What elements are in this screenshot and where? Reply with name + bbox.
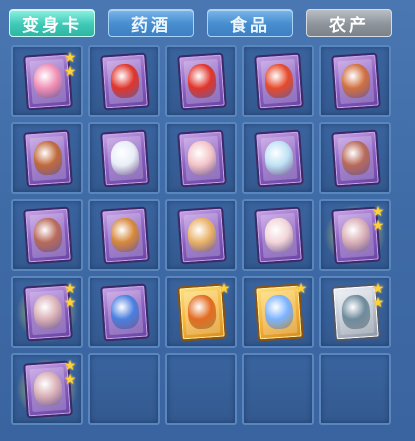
card-figure: [32, 63, 64, 99]
star-icon: ★: [63, 295, 77, 311]
star-icon: ★: [371, 281, 385, 297]
inventory-slot[interactable]: [242, 122, 314, 194]
empty-slot: [88, 353, 160, 425]
inventory-slot[interactable]: [88, 199, 160, 271]
card-figure: [263, 63, 295, 99]
star-icon: ★: [63, 372, 77, 388]
card-figure: [186, 140, 218, 176]
card-figure: [186, 217, 218, 253]
card-figure: [263, 140, 295, 176]
star-rating: ★ ★: [63, 51, 77, 79]
inventory-slot[interactable]: [319, 45, 391, 117]
inventory-slot[interactable]: ★ ★: [319, 276, 391, 348]
card-figure: [263, 217, 295, 253]
star-rating: ★ ★: [63, 282, 77, 310]
boar-card-icon: [331, 129, 381, 188]
card-figure: [109, 140, 141, 176]
card-figure: [263, 294, 295, 330]
monkey-king-card-icon: [331, 52, 381, 111]
star-icon: ★: [371, 204, 385, 220]
pig-card-icon: [177, 129, 227, 188]
star-icon: ★: [217, 281, 231, 297]
blue-warrior-card-icon: [100, 283, 150, 342]
star-icon: ★: [63, 64, 77, 80]
star-rating: ★ ★: [371, 205, 385, 233]
tiger-card-icon: [100, 206, 150, 265]
star-icon: ★: [63, 281, 77, 297]
ice-dragon-card-icon: [254, 129, 304, 188]
star-icon: ★: [371, 295, 385, 311]
star-rating: ★ ★: [63, 359, 77, 387]
tab-medicinal-wine[interactable]: 药酒: [108, 9, 194, 37]
inventory-slot[interactable]: ★ ★: [11, 276, 83, 348]
inventory-slot[interactable]: [11, 122, 83, 194]
card-figure: [32, 294, 64, 330]
tab-farm-produce[interactable]: 农产: [306, 9, 392, 37]
star-icon: ★: [294, 281, 308, 297]
card-figure: [32, 217, 64, 253]
inventory-slot[interactable]: [88, 122, 160, 194]
category-tabs: 变身卡 药酒 食品 农产: [0, 0, 415, 44]
red-rider-card-icon: [254, 52, 304, 111]
card-figure: [340, 217, 372, 253]
empty-slot: [165, 353, 237, 425]
inventory-slot[interactable]: [242, 199, 314, 271]
inventory-slot[interactable]: ★ ★: [11, 45, 83, 117]
monkey-king-card-icon: [23, 129, 73, 188]
star-icon: ★: [63, 50, 77, 66]
card-figure: [340, 140, 372, 176]
star-rating: ★ ★: [371, 282, 385, 310]
inventory-slot[interactable]: [11, 199, 83, 271]
card-figure: [32, 371, 64, 407]
inventory-slot[interactable]: [165, 199, 237, 271]
inventory-slot[interactable]: [165, 122, 237, 194]
inventory-slot[interactable]: ★ ★: [319, 199, 391, 271]
card-figure: [109, 63, 141, 99]
card-figure: [186, 63, 218, 99]
red-lion-dancer-card-icon: [177, 52, 227, 111]
tab-transform-card[interactable]: 变身卡: [9, 9, 95, 37]
inventory-slot[interactable]: [319, 122, 391, 194]
golden-pig-card-icon: [177, 206, 227, 265]
inventory-slot[interactable]: ★: [165, 276, 237, 348]
inventory-slot[interactable]: [242, 45, 314, 117]
card-figure: [109, 294, 141, 330]
inventory-slot[interactable]: [88, 276, 160, 348]
empty-slot: [242, 353, 314, 425]
card-figure: [340, 294, 372, 330]
star-icon: ★: [371, 218, 385, 234]
inventory-slot[interactable]: [165, 45, 237, 117]
card-figure: [109, 217, 141, 253]
inventory-slot[interactable]: [88, 45, 160, 117]
tab-food[interactable]: 食品: [207, 9, 293, 37]
star-icon: ★: [63, 358, 77, 374]
card-figure: [186, 294, 218, 330]
white-ram-card-icon: [100, 129, 150, 188]
boar-card-icon: [23, 206, 73, 265]
red-lion-dancer-card-icon: [100, 52, 150, 111]
card-figure: [340, 63, 372, 99]
inventory-slot[interactable]: ★: [242, 276, 314, 348]
card-figure: [32, 140, 64, 176]
dancer-card-icon: [254, 206, 304, 265]
star-rating: ★: [294, 282, 308, 296]
inventory-panel: 变身卡 药酒 食品 农产 ★ ★ ★ ★ ★ ★ ★ ★ ★ ★ ★ ★: [0, 0, 415, 441]
star-rating: ★: [217, 282, 231, 296]
inventory-slot[interactable]: ★ ★: [11, 353, 83, 425]
empty-slot: [319, 353, 391, 425]
